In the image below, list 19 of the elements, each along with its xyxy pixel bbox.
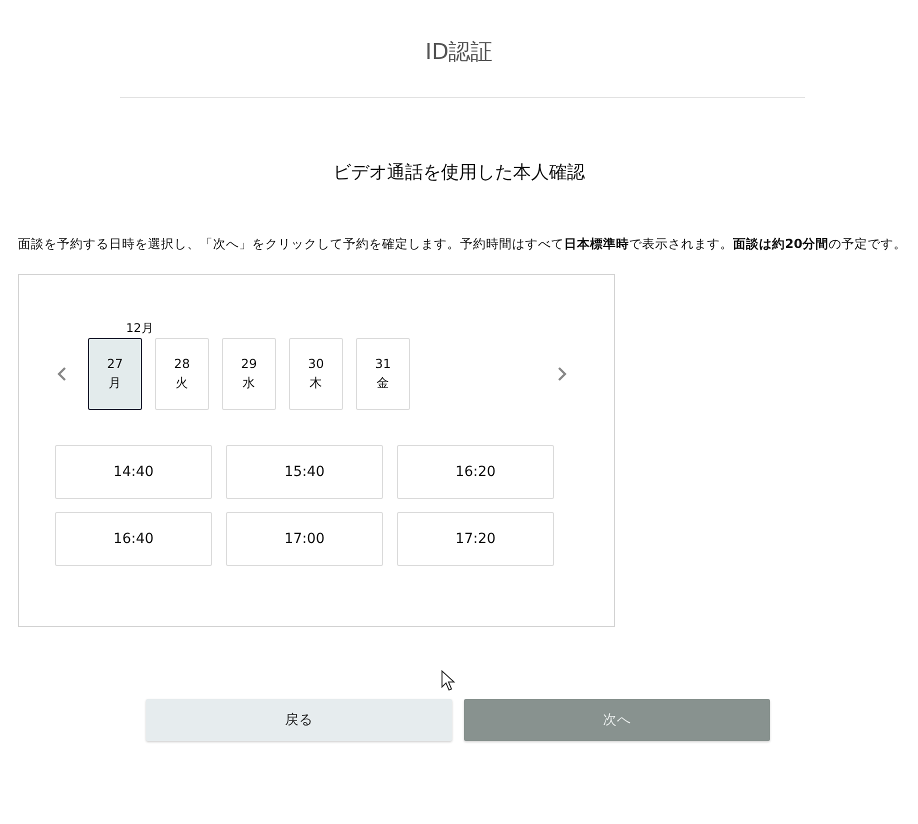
date-button[interactable]: 27 月 xyxy=(88,338,142,410)
section-heading: ビデオ通話を使用した本人確認 xyxy=(332,161,586,184)
previous-icon[interactable] xyxy=(55,366,69,382)
page-title: ID認証 xyxy=(425,38,493,66)
next-icon[interactable] xyxy=(555,366,569,382)
time-slot-button[interactable]: 15:40 xyxy=(226,445,383,499)
time-slot-button[interactable]: 16:20 xyxy=(397,445,554,499)
time-slot-button[interactable]: 16:40 xyxy=(55,512,212,566)
time-slot-button[interactable]: 14:40 xyxy=(55,445,212,499)
date-button[interactable]: 28 火 xyxy=(155,338,209,410)
date-button[interactable]: 30 木 xyxy=(289,338,343,410)
date-button[interactable]: 29 水 xyxy=(222,338,276,410)
back-button[interactable]: 戻る xyxy=(146,699,452,741)
cursor-icon xyxy=(441,670,457,692)
time-slot-button[interactable]: 17:20 xyxy=(397,512,554,566)
instructions-text: 面談を予約する日時を選択し、「次へ」をクリックして予約を確定します。予約時間はすべて日本標準時で表示されます。面談は約20分間の予定です。 xyxy=(18,235,908,253)
date-button[interactable]: 31 金 xyxy=(356,338,410,410)
time-slot-button[interactable]: 17:00 xyxy=(226,512,383,566)
month-label: 12月 xyxy=(126,320,154,337)
